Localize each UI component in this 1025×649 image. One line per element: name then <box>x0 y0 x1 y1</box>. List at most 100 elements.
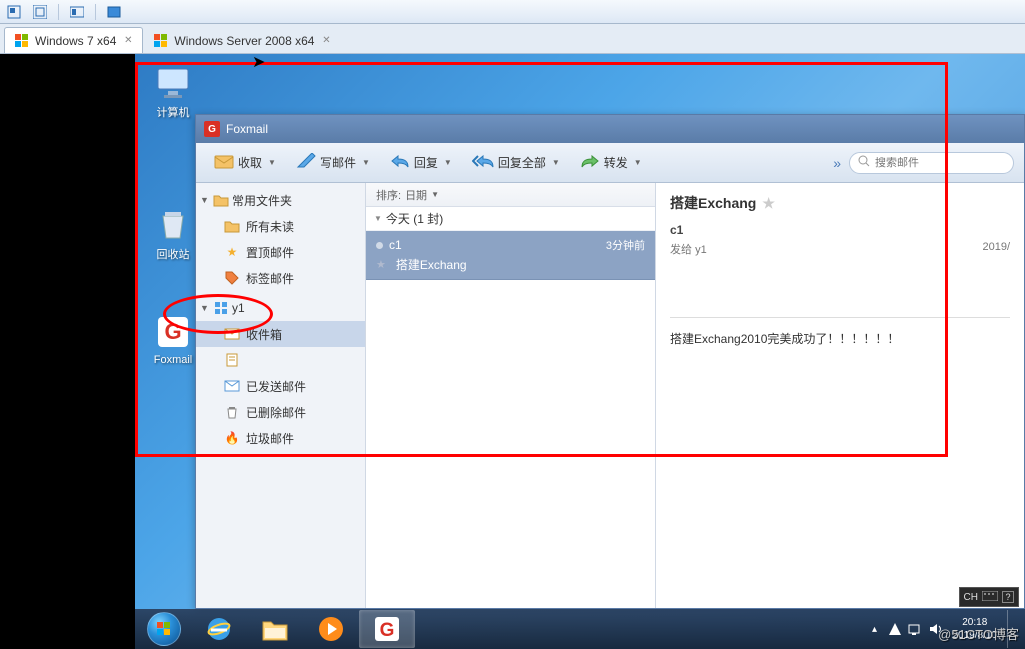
sidebar-label: 常用文件夹 <box>232 192 292 209</box>
vm-tool-2[interactable] <box>32 4 48 20</box>
keyboard-icon[interactable] <box>982 591 998 604</box>
reply-all-button[interactable]: 回复全部 ▼ <box>464 149 568 177</box>
chevron-down-icon: ▼ <box>374 214 382 223</box>
search-input[interactable] <box>875 157 1005 169</box>
windows-taskbar: G ▴ 20:18 2019/8/10 <box>135 609 1025 649</box>
preview-divider <box>670 317 1010 318</box>
close-icon[interactable]: ✕ <box>320 35 332 47</box>
folder-icon <box>213 192 229 208</box>
star-icon[interactable]: ★ <box>376 258 386 271</box>
sidebar-item-spam[interactable]: 🔥 垃圾邮件 <box>196 425 365 451</box>
foxmail-icon: G <box>374 616 400 642</box>
forward-label: 转发 <box>604 154 628 171</box>
compose-button[interactable]: 写邮件 ▼ <box>288 149 378 177</box>
mail-time: 3分钟前 <box>606 237 645 253</box>
forward-button[interactable]: 转发 ▼ <box>572 149 650 177</box>
receive-button[interactable]: 收取 ▼ <box>206 149 284 177</box>
windows-icon <box>154 34 168 48</box>
action-center-icon[interactable] <box>887 621 903 637</box>
reply-all-label: 回复全部 <box>498 154 546 171</box>
mail-subject: 搭建Exchang <box>392 256 467 273</box>
star-icon[interactable]: ★ <box>762 195 775 212</box>
mail-item-selected[interactable]: c1 3分钟前 ★ 搭建Exchang <box>366 231 655 280</box>
search-box[interactable] <box>849 152 1014 174</box>
sidebar-label: y1 <box>232 301 245 315</box>
trash-icon <box>224 404 240 420</box>
sidebar-item-pinned[interactable]: ★ 置顶邮件 <box>196 239 365 265</box>
taskbar-ie[interactable] <box>191 610 247 648</box>
vm-tab-win7[interactable]: Windows 7 x64 ✕ <box>4 27 143 53</box>
desktop-icon-recycle[interactable]: 回收站 <box>143 204 203 262</box>
ime-language-bar[interactable]: CH ? <box>959 587 1019 607</box>
taskbar-foxmail[interactable]: G <box>359 610 415 648</box>
taskbar-wmp[interactable] <box>303 610 359 648</box>
mail-group-today[interactable]: ▼ 今天 (1 封) <box>366 207 655 231</box>
reply-all-icon <box>472 154 494 171</box>
mail-preview-pane: 搭建Exchang ★ c1 发给 y1 2019/ 搭建Exchang2010… <box>656 183 1024 608</box>
chevron-down-icon: ▼ <box>552 158 560 167</box>
foxmail-titlebar[interactable]: G Foxmail <box>196 115 1024 143</box>
sort-field: 日期 <box>405 187 427 203</box>
preview-title-row: 搭建Exchang ★ <box>670 193 1010 213</box>
windows-icon <box>15 34 29 48</box>
sidebar-item-tagged[interactable]: 标签邮件 <box>196 265 365 291</box>
sidebar-item-sent[interactable]: 已发送邮件 <box>196 373 365 399</box>
media-player-icon <box>317 615 345 643</box>
preview-body: 搭建Exchang2010完美成功了！！！！！！ <box>670 330 1010 347</box>
vm-toolbar-sep <box>58 4 59 20</box>
desktop-icon-foxmail[interactable]: G Foxmail <box>143 312 203 366</box>
network-icon[interactable] <box>907 621 923 637</box>
sidebar-account-y1[interactable]: ▼ y1 <box>196 295 365 321</box>
start-button[interactable] <box>137 609 191 649</box>
preview-date: 2019/ <box>982 241 1010 257</box>
receive-label: 收取 <box>238 154 262 171</box>
close-icon[interactable]: ✕ <box>122 35 134 47</box>
sidebar-item-unread[interactable]: 所有未读 <box>196 213 365 239</box>
mail-list-pane: 排序:日期 ▼ ▼ 今天 (1 封) c1 3分钟前 <box>366 183 656 608</box>
sort-prefix: 排序: <box>376 187 401 203</box>
vm-tool-3[interactable] <box>69 4 85 20</box>
watermark-text: @51CTO博客 <box>938 624 1019 643</box>
sidebar-item-drafts[interactable] <box>196 347 365 373</box>
desktop-icon-computer[interactable]: 计算机 <box>143 62 203 120</box>
sidebar-label: 收件箱 <box>246 326 282 343</box>
sidebar-item-trash[interactable]: 已删除邮件 <box>196 399 365 425</box>
sidebar-item-inbox[interactable]: 收件箱 <box>196 321 365 347</box>
preview-title: 搭建Exchang <box>670 193 756 213</box>
foxmail-icon: G <box>153 312 193 352</box>
help-icon[interactable]: ? <box>1002 591 1014 603</box>
unread-dot-icon <box>376 242 383 249</box>
preview-from: c1 <box>670 223 1010 237</box>
reply-icon <box>390 154 410 171</box>
star-icon: ★ <box>224 244 240 260</box>
tray-up-icon[interactable]: ▴ <box>867 621 883 637</box>
chevron-down-icon: ▼ <box>634 158 642 167</box>
chevron-down-icon: ▼ <box>268 158 276 167</box>
taskbar-explorer[interactable] <box>247 610 303 648</box>
forward-icon <box>580 154 600 171</box>
vm-tab-bar: Windows 7 x64 ✕ Windows Server 2008 x64 … <box>0 24 1025 54</box>
mail-sort-header[interactable]: 排序:日期 ▼ <box>366 183 655 207</box>
preview-to-prefix: 发给 <box>670 244 692 256</box>
ie-icon <box>205 615 233 643</box>
ime-lang-label[interactable]: CH <box>964 592 978 603</box>
reply-button[interactable]: 回复 ▼ <box>382 149 460 177</box>
folder-icon <box>224 218 240 234</box>
vm-tool-4[interactable] <box>106 4 122 20</box>
vm-tool-1[interactable] <box>6 4 22 20</box>
sidebar-common-header[interactable]: ▼ 常用文件夹 <box>196 187 365 213</box>
desktop-icon-label: Foxmail <box>143 354 203 366</box>
sidebar-label: 置顶邮件 <box>246 244 294 261</box>
vm-tab-label: Windows 7 x64 <box>35 34 116 48</box>
sidebar-label: 标签邮件 <box>246 270 294 287</box>
toolbar-overflow[interactable]: » <box>833 155 841 171</box>
vm-tab-winserver[interactable]: Windows Server 2008 x64 ✕ <box>143 27 341 53</box>
svg-text:G: G <box>380 620 395 641</box>
windows-desktop[interactable]: 计算机 回收站 G Foxmail G Foxmail 收取 ▼ <box>135 54 1025 649</box>
foxmail-logo-icon: G <box>204 121 220 137</box>
svg-text:G: G <box>164 319 181 344</box>
spam-icon: 🔥 <box>224 430 240 446</box>
tag-icon <box>224 270 240 286</box>
windows-orb-icon <box>147 612 181 646</box>
chevron-down-icon: ▼ <box>200 195 210 205</box>
